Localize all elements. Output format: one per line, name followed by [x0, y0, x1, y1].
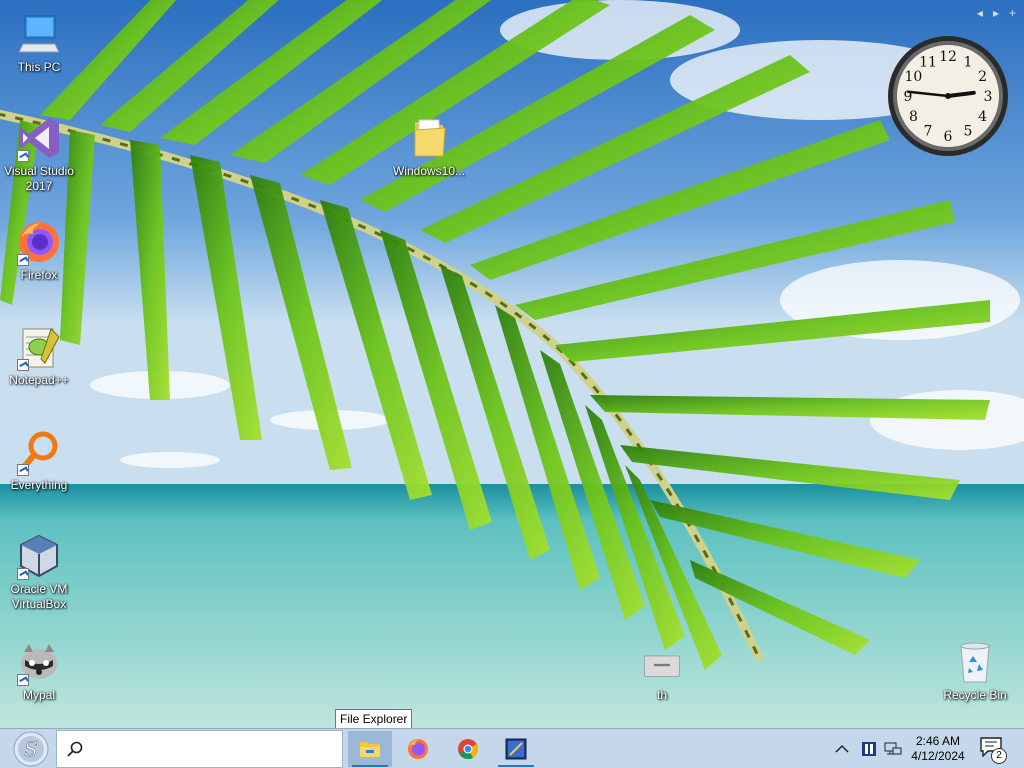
firefox-icon [408, 739, 428, 759]
computer-icon [15, 10, 63, 58]
desktop-icon-label: Oracle VM VirtualBox [10, 582, 68, 611]
folder-icon [405, 114, 453, 162]
taskbar-firefox[interactable] [396, 731, 440, 767]
raccoon-icon [15, 638, 63, 686]
taskbar-clock[interactable]: 2:46 AM 4/12/2024 [903, 734, 973, 764]
clock-numeral: 11 [919, 54, 937, 70]
clock-numeral: 8 [909, 109, 918, 125]
recycle-bin-icon [951, 638, 999, 686]
chevron-up-icon [835, 744, 849, 753]
clock-numeral: 5 [964, 124, 973, 140]
clock-numeral: 3 [984, 89, 993, 105]
taskbar-chrome[interactable] [446, 731, 490, 767]
shortcut-arrow-icon [17, 674, 29, 686]
shortcut-arrow-icon [17, 150, 29, 162]
clock-numeral: 2 [978, 69, 987, 85]
chrome-icon [458, 739, 479, 760]
tooltip: File Explorer [335, 709, 413, 729]
desktop-icon-visual-studio[interactable]: Visual Studio 2017 [0, 114, 78, 194]
taskbar: S 2:46 AM 4/12/2024 2 [0, 728, 1024, 768]
taskbar-file-explorer[interactable] [348, 731, 392, 767]
desktop-icon-label: Windows10... [392, 164, 466, 178]
file-explorer-icon [360, 742, 380, 757]
start-orb-icon: S [13, 731, 49, 767]
notepadpp-icon [15, 323, 63, 371]
gadget-add-button[interactable]: + [1009, 6, 1016, 20]
desktop-icon-label: Notepad++ [9, 373, 69, 387]
desktop-icon-mypal[interactable]: Mypal [0, 638, 78, 703]
desktop-icon-everything[interactable]: Everything [0, 428, 78, 493]
desktop-icon-label: Everything [10, 478, 68, 492]
desktop-icon-recycle-bin[interactable]: Recycle Bin [936, 638, 1014, 703]
clock-numeral: 6 [944, 129, 953, 145]
gadget-next-button[interactable]: ▸ [993, 6, 999, 20]
clock-numeral: 10 [904, 69, 922, 85]
desktop-icon-label: Mypal [22, 688, 55, 702]
taskbar-search-box[interactable] [56, 730, 343, 768]
visual-studio-icon [15, 114, 63, 162]
start-button[interactable]: S [6, 731, 56, 767]
network-icon [884, 742, 902, 755]
desktop-icon-th[interactable]: th [623, 648, 701, 703]
taskbar-sizer-app[interactable] [494, 731, 538, 767]
shortcut-arrow-icon [17, 254, 29, 266]
svg-text:S: S [24, 737, 38, 761]
search-input[interactable] [91, 734, 342, 764]
desktop-icon-virtualbox[interactable]: Oracle VM VirtualBox [0, 532, 78, 612]
clock-numeral: 4 [978, 109, 987, 125]
app-window-icon [505, 738, 527, 760]
tray-app-icon-glyph [862, 742, 876, 756]
tray-show-hidden-icons[interactable] [830, 729, 854, 768]
desktop-icon-this-pc[interactable]: This PC [0, 10, 78, 75]
desktop-icon-firefox[interactable]: Firefox [0, 218, 78, 283]
action-center-button[interactable]: 2 [980, 737, 1007, 764]
desktop-icon-windows10-folder[interactable]: Windows10... [390, 114, 468, 179]
firefox-icon [15, 218, 63, 266]
taskbar-time: 2:46 AM [915, 734, 961, 748]
gadget-prev-button[interactable]: ◂ [977, 6, 983, 20]
shortcut-arrow-icon [17, 464, 29, 476]
search-icon [67, 741, 83, 757]
virtualbox-icon [15, 532, 63, 580]
desktop-icon-label: Visual Studio 2017 [4, 164, 74, 193]
gadget-toolbar: ◂ ▸ + [977, 6, 1016, 20]
notification-count-badge: 2 [991, 748, 1007, 764]
desktop-wallpaper [0, 0, 1024, 728]
clock-numeral: 7 [924, 124, 933, 140]
desktop-icon-label: Recycle Bin [943, 688, 1007, 702]
drive-icon [638, 648, 686, 686]
tray-app-icon[interactable] [858, 729, 880, 768]
search-magnifier-icon [15, 428, 63, 476]
shortcut-arrow-icon [17, 359, 29, 371]
tray-network[interactable] [882, 729, 904, 768]
clock-numeral: 1 [964, 54, 973, 70]
shortcut-arrow-icon [17, 568, 29, 580]
desktop-icon-label: This PC [17, 60, 61, 74]
clock-gadget[interactable]: 12 1 2 3 4 5 6 7 8 9 10 11 [886, 34, 1010, 158]
clock-numeral: 12 [939, 49, 957, 65]
taskbar-date: 4/12/2024 [911, 749, 965, 763]
desktop-icon-label: th [656, 688, 667, 702]
desktop-icon-label: Firefox [20, 268, 58, 282]
desktop-icon-notepadpp[interactable]: Notepad++ [0, 323, 78, 388]
